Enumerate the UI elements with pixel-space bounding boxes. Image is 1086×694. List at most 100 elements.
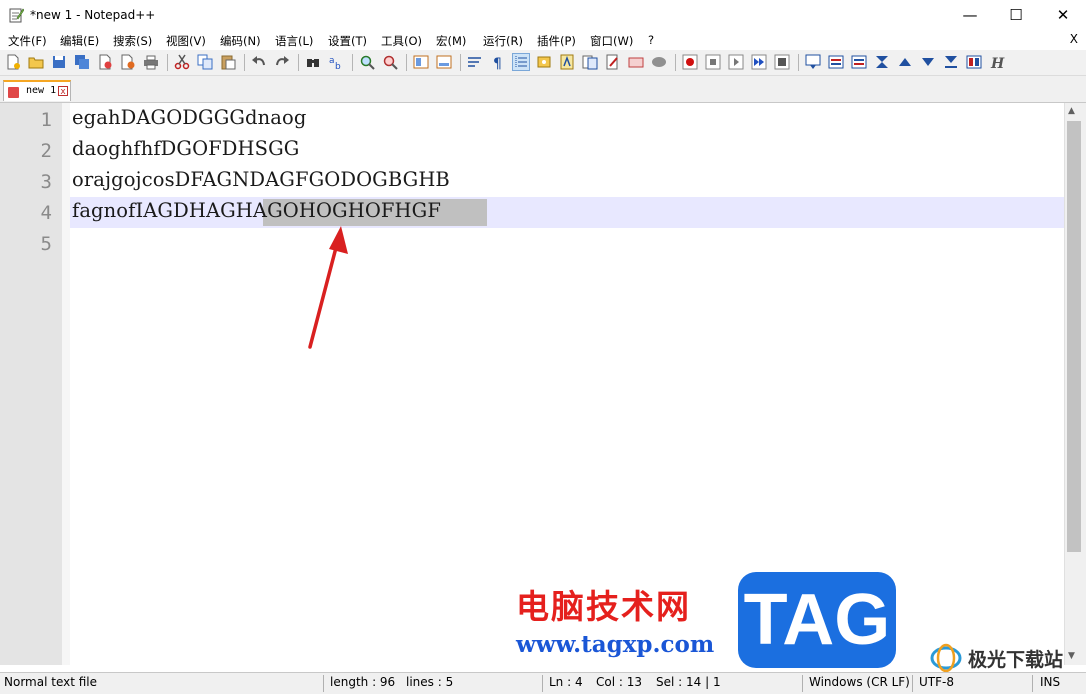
status-ln: Ln : 4 [549,675,583,689]
code-line-4[interactable]: fagnofIAGDHAGHAGOHOGHOFHGF [72,199,441,222]
close-icon[interactable] [97,54,113,70]
indent-guide-icon[interactable] [512,53,530,71]
filter-icon[interactable] [943,54,959,70]
menu-window[interactable]: 窗口(W) [590,33,633,49]
arrow-up-icon[interactable] [897,54,913,70]
menu-help[interactable]: ? [648,33,654,47]
collapse-icon[interactable] [874,54,890,70]
status-encoding[interactable]: UTF-8 [919,675,954,689]
status-lines: lines : 5 [406,675,454,689]
unsaved-file-icon [8,87,19,98]
watermark-tag-logo: TAG [738,572,896,668]
title-bar: *new 1 - Notepad++ — ☐ ✕ [0,0,1086,30]
menu-bar: 文件(F) 编辑(E) 搜索(S) 视图(V) 编码(N) 语言(L) 设置(T… [0,30,1086,50]
save-icon[interactable] [51,54,67,70]
menu-settings[interactable]: 设置(T) [328,33,367,49]
save-all-icon[interactable] [74,54,90,70]
close-document-button[interactable]: X [1070,32,1078,46]
toolbar-separator [352,54,353,71]
tab-close-icon[interactable]: x [58,86,68,97]
play-macro-icon[interactable] [728,54,744,70]
code-line-1[interactable]: egahDAGODGGGdnaog [72,106,306,129]
replace-icon[interactable]: ab [328,54,344,70]
show-all-chars-icon[interactable]: ¶ [490,54,506,70]
stop-macro-icon[interactable] [705,54,721,70]
menu-plugins[interactable]: 插件(P) [537,33,576,49]
tab-bar: new 1 x [0,76,1086,103]
sync-h-icon[interactable] [436,54,452,70]
find-icon[interactable] [305,54,321,70]
close-all-icon[interactable] [120,54,136,70]
menu-search[interactable]: 搜索(S) [113,33,152,49]
copy-icon[interactable] [197,54,213,70]
folder-workspace-icon[interactable] [582,54,598,70]
zoom-out-icon[interactable] [382,54,398,70]
arrow-down-icon[interactable] [920,54,936,70]
spell-icon[interactable] [851,54,867,70]
toolbar-separator [798,54,799,71]
close-window-button[interactable]: ✕ [1040,0,1086,30]
toolbar-separator [298,54,299,71]
menu-edit[interactable]: 编辑(E) [60,33,99,49]
toolbar: ab ¶ H [0,50,1086,76]
svg-text:H: H [990,56,1005,70]
code-line-3[interactable]: orajgojcosDFAGNDAGFGODOGBGHB [72,168,450,191]
clipboard-history-icon[interactable] [628,54,644,70]
menu-file[interactable]: 文件(F) [8,33,47,49]
zoom-in-icon[interactable] [359,54,375,70]
toolbar-separator [675,54,676,71]
status-separator [1032,675,1033,692]
redo-icon[interactable] [274,54,290,70]
menu-view[interactable]: 视图(V) [166,33,206,49]
aurora-logo-icon [930,643,962,673]
svg-text:b: b [335,62,341,70]
menu-language[interactable]: 语言(L) [275,33,313,49]
word-wrap-icon[interactable] [467,54,483,70]
trim-icon[interactable] [805,54,821,70]
status-eol[interactable]: Windows (CR LF) [809,675,910,689]
undo-icon[interactable] [251,54,267,70]
menu-tools[interactable]: 工具(O) [381,33,422,49]
line-number: 5 [40,233,52,255]
annotation-arrow-icon [308,226,348,349]
print-icon[interactable] [143,54,159,70]
char-panel-icon[interactable] [651,54,667,70]
sync-v-icon[interactable] [413,54,429,70]
scroll-down-icon[interactable]: ▼ [1068,651,1075,661]
status-file-type: Normal text file [4,675,98,689]
scrollbar-thumb[interactable] [1067,121,1081,552]
toolbar-separator [167,54,168,71]
compare-icon[interactable] [966,54,982,70]
status-bar: Normal text file length : 96 lines : 5 L… [0,672,1086,694]
menu-encoding[interactable]: 编码(N) [220,33,261,49]
minimize-button[interactable]: — [947,0,993,30]
record-macro-icon[interactable] [682,54,698,70]
function-list-icon[interactable] [559,54,575,70]
maximize-button[interactable]: ☐ [993,0,1039,30]
hex-icon[interactable]: H [989,54,1005,70]
new-file-icon[interactable] [5,54,21,70]
status-col: Col : 13 [596,675,642,689]
cut-icon[interactable] [174,54,190,70]
line-number-gutter: 1 2 3 4 5 [0,103,62,665]
tab-label: new 1 [26,85,57,96]
notepadplusplus-icon [9,8,24,23]
menu-macro[interactable]: 宏(M) [436,33,466,49]
code-line-2[interactable]: daoghfhfDGOFDHSGG [72,137,299,160]
menu-run[interactable]: 运行(R) [483,33,523,49]
paste-icon[interactable] [220,54,236,70]
line-number: 4 [40,202,52,224]
toolbar-separator [406,54,407,71]
window-title: *new 1 - Notepad++ [30,8,156,22]
save-macro-icon[interactable] [774,54,790,70]
status-insert-mode: INS [1040,675,1061,689]
doc-map-icon[interactable] [536,54,552,70]
tab-new-1[interactable]: new 1 x [3,80,71,101]
watermark-url: www.tagxp.com [516,631,715,658]
open-file-icon[interactable] [28,54,44,70]
monitoring-icon[interactable] [605,54,621,70]
scroll-up-icon[interactable]: ▲ [1068,106,1075,116]
line-number: 3 [40,171,52,193]
bookmark-icon[interactable] [828,54,844,70]
run-macro-multiple-icon[interactable] [751,54,767,70]
